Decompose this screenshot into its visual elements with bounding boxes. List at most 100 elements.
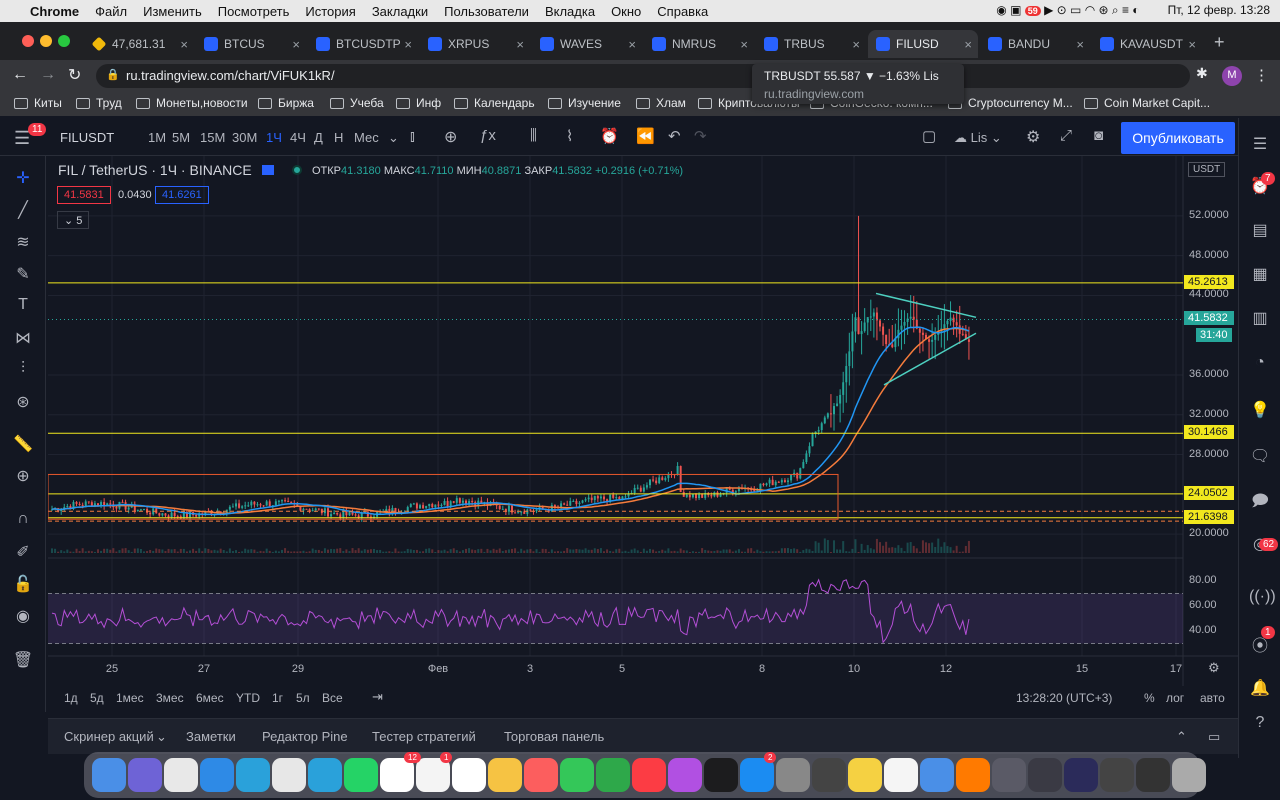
menu-help[interactable]: Справка — [657, 4, 708, 19]
menu-file[interactable]: Файл — [95, 4, 127, 19]
back-icon[interactable]: ← — [12, 66, 28, 84]
tab-close-icon[interactable]: × — [180, 37, 188, 52]
bookmark-item[interactable]: Cryptocurrency M... — [948, 96, 1073, 110]
browser-tab[interactable]: TRBUS × — [756, 30, 866, 58]
level-price-tag[interactable]: 30.1466 — [1184, 425, 1234, 440]
panel-tab[interactable]: Редактор Pine — [262, 729, 348, 744]
tab-close-icon[interactable]: × — [1076, 37, 1084, 52]
interval-button[interactable]: 30М — [232, 130, 257, 145]
help-icon[interactable]: ? — [1249, 714, 1271, 736]
maximize-panel-icon[interactable]: ▭ — [1208, 729, 1220, 745]
notifications-bell-icon[interactable]: 🔔 — [1249, 678, 1271, 700]
screenshot-icon[interactable] — [1028, 758, 1062, 792]
tab-close-icon[interactable]: × — [740, 37, 748, 52]
zone-rectangle[interactable] — [48, 473, 839, 520]
minimize-window-icon[interactable] — [40, 35, 52, 47]
notes-icon[interactable] — [416, 758, 450, 792]
symbol-title[interactable]: FIL / TetherUS · 1Ч · BINANCE — [58, 162, 252, 178]
chat-icon[interactable]: 🗨 — [1249, 446, 1271, 468]
brush-icon[interactable]: ✎ — [12, 264, 34, 284]
templates-icon[interactable]: ⫼ — [530, 127, 537, 144]
bookmark-item[interactable]: Календарь — [454, 96, 535, 110]
flag-icon[interactable] — [261, 165, 274, 175]
replay-chart-icon[interactable]: ⌇ — [566, 127, 573, 145]
finder-icon[interactable] — [92, 758, 126, 792]
photos-icon[interactable] — [524, 758, 558, 792]
indicators-icon[interactable]: ƒx — [480, 127, 496, 144]
lock-drawings-icon[interactable]: 🔓 — [12, 574, 34, 594]
menu-users[interactable]: Пользователи — [444, 4, 529, 19]
goto-date-icon[interactable]: ⇥ — [372, 689, 383, 705]
level-price-tag[interactable]: 45.2613 — [1184, 274, 1234, 289]
safari-icon[interactable] — [200, 758, 234, 792]
interval-dropdown-icon[interactable]: ⌄ — [388, 130, 399, 146]
telegram-alt-icon[interactable] — [308, 758, 342, 792]
publish-button[interactable]: Опубликовать — [1121, 122, 1235, 154]
text-tool-icon[interactable]: T — [12, 296, 34, 316]
collapse-panel-icon[interactable]: ⌃ — [1176, 729, 1187, 745]
maps-icon[interactable] — [488, 758, 522, 792]
textedit-icon[interactable] — [884, 758, 918, 792]
buy-price-button[interactable]: 41.6261 — [155, 186, 209, 204]
app-menu-chrome[interactable]: Chrome — [30, 4, 79, 19]
range-button[interactable]: 5л — [296, 691, 310, 705]
range-button[interactable]: 1д — [64, 691, 78, 705]
menu-history[interactable]: История — [305, 4, 355, 19]
browser-tab[interactable]: 47,681.31 × — [84, 30, 194, 58]
bookmark-item[interactable]: Киты — [14, 96, 62, 110]
range-button[interactable]: 5д — [90, 691, 104, 705]
browser-tab[interactable]: FILUSD × — [868, 30, 978, 58]
launchpad-icon[interactable] — [164, 758, 198, 792]
price-chart[interactable]: 25 27 29 Фев 3 5 8 10 12 15 17 ⚙ — [48, 156, 1238, 686]
fib-tool-icon[interactable]: ≋ — [12, 232, 34, 252]
log-toggle[interactable]: лог — [1166, 691, 1184, 705]
interval-button[interactable]: 5М — [172, 130, 190, 145]
ruler-icon[interactable]: 📏 — [12, 434, 34, 454]
url-field[interactable]: 🔒 ru.tradingview.com/chart/ViFUK1kR/ — [96, 64, 1190, 88]
auto-toggle[interactable]: авто — [1200, 691, 1225, 705]
compare-add-icon[interactable]: ⊕ — [444, 127, 457, 147]
window-icon[interactable] — [1064, 758, 1098, 792]
interval-button[interactable]: 4Ч — [290, 130, 306, 145]
menu-bookmarks[interactable]: Закладки — [372, 4, 428, 19]
calendar-icon[interactable]: ▦ — [1249, 264, 1271, 286]
zoom-window-icon[interactable] — [58, 35, 70, 47]
time-display[interactable]: 13:28:20 (UTC+3) — [1016, 691, 1112, 705]
interval-button[interactable]: Д — [314, 130, 323, 145]
interval-button[interactable]: 1М — [148, 130, 166, 145]
tab-close-icon[interactable]: × — [1188, 37, 1196, 52]
mail-icon[interactable] — [920, 758, 954, 792]
chrome-menu-icon[interactable]: ⋮ — [1254, 66, 1269, 84]
settings-icon[interactable] — [812, 758, 846, 792]
new-tab-button[interactable]: + — [1214, 32, 1225, 53]
expand-icon[interactable]: ⤢ — [1060, 127, 1072, 144]
tab-close-icon[interactable]: × — [852, 37, 860, 52]
interval-button[interactable]: 15М — [200, 130, 225, 145]
icons-tool-icon[interactable]: ⊛ — [12, 392, 34, 412]
browser-tab[interactable]: KAVAUSDT × — [1092, 30, 1202, 58]
magnet-icon[interactable]: ∩ — [12, 510, 34, 530]
bookmark-item[interactable]: Труд — [76, 96, 122, 110]
facetime-icon[interactable] — [596, 758, 630, 792]
bookmark-item[interactable]: Изучение — [548, 96, 621, 110]
settings-gear-icon[interactable]: ⚙ — [1026, 127, 1040, 147]
messages-icon[interactable]: 🗩 — [1249, 490, 1271, 512]
bar-replay-icon[interactable]: ⏪ — [636, 127, 655, 145]
ideas-bulb-icon[interactable]: 💡 — [1249, 400, 1271, 422]
bookmark-item[interactable]: Coin Market Capit... — [1084, 96, 1210, 110]
panel-tab[interactable]: Тестер стратегий — [372, 729, 476, 744]
watchlist-icon[interactable]: ☰ — [1249, 134, 1271, 156]
tv-icon[interactable] — [704, 758, 738, 792]
snapshot-camera-icon[interactable]: ◙ — [1094, 127, 1103, 144]
pattern-tool-icon[interactable]: ⋈ — [12, 328, 34, 348]
trash-icon[interactable]: 🗑 — [12, 650, 34, 670]
range-button[interactable]: 3мес — [156, 691, 184, 705]
range-button[interactable]: 1мес — [116, 691, 144, 705]
preview-icon[interactable] — [992, 758, 1026, 792]
tab-close-icon[interactable]: × — [404, 37, 412, 52]
tab-close-icon[interactable]: × — [292, 37, 300, 52]
menu-clock[interactable]: Пт, 12 февр. 13:28 — [1168, 3, 1270, 18]
crosshair-icon[interactable]: ✛ — [12, 168, 34, 188]
data-window-icon[interactable]: ▤ — [1249, 220, 1271, 242]
status-icons[interactable]: ◉ ▣ 59 ▶ ⊙ ▭ ◠ ⊛ ⌕ ≡ ◐ — [996, 3, 1139, 18]
